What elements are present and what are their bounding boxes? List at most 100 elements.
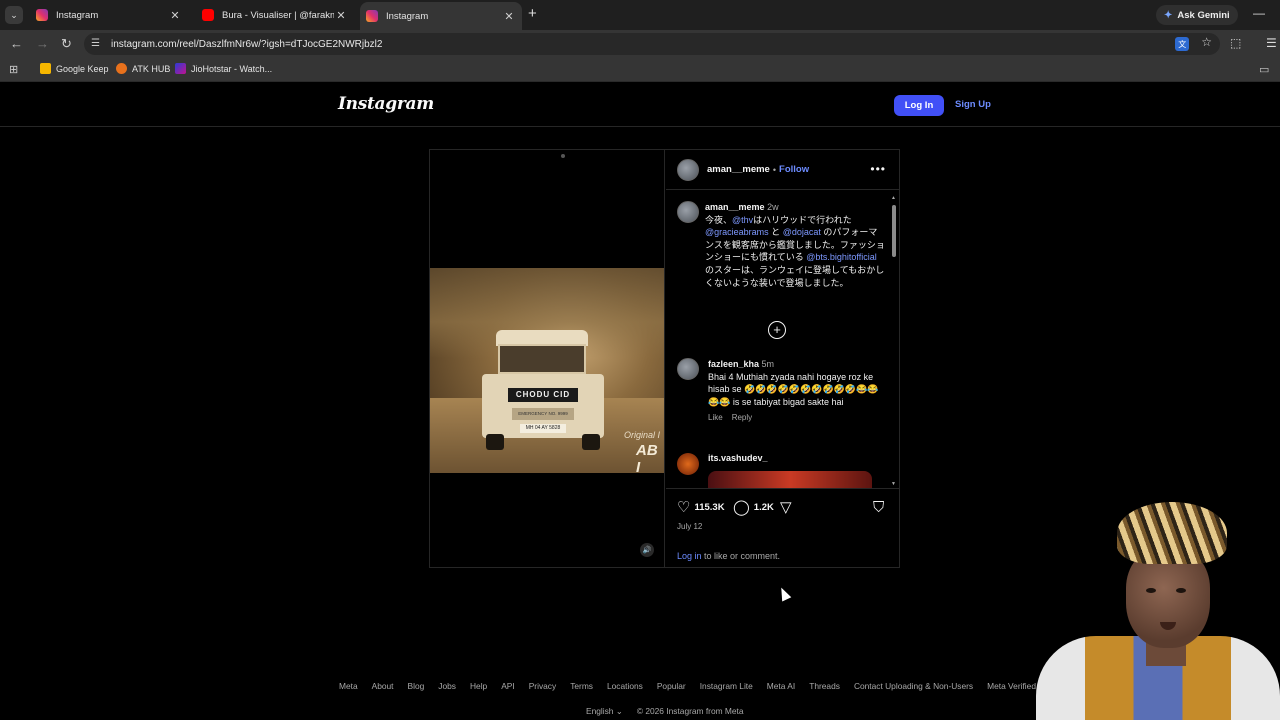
heart-icon[interactable]: ♡ (677, 500, 690, 515)
forward-arrow-icon[interactable]: → (36, 36, 49, 51)
comment-media-preview[interactable] (708, 471, 872, 488)
comments-scrollbar[interactable]: ▲ ▼ (891, 195, 897, 487)
scrollbar-thumb[interactable] (892, 205, 896, 257)
bookmark-save-icon[interactable]: ⛉ (873, 500, 884, 515)
avatar[interactable] (677, 158, 699, 181)
caption-username[interactable]: aman__meme (705, 202, 765, 212)
post-caption: aman__meme 2w 今夜、@thvはハリウッドで行われた @gracie… (677, 201, 885, 289)
copyright-text: © 2026 Instagram from Meta (636, 706, 744, 716)
ask-gemini-label: Ask Gemini (1177, 9, 1230, 21)
tab-title: Instagram (386, 10, 429, 22)
footer-link[interactable]: Instagram Lite (700, 681, 753, 691)
minimize-window-icon[interactable]: — (1253, 6, 1265, 20)
footer-link[interactable]: Privacy (529, 681, 556, 691)
language-selector[interactable]: English ⌄ (586, 706, 623, 716)
tab-title: Instagram (56, 9, 99, 21)
browser-menu-icon[interactable]: ☰ (1266, 36, 1277, 50)
avatar-eye (1176, 588, 1186, 593)
address-bar[interactable]: ☰ instagram.com/reel/DaszlfmNr6w/?igsh=d… (84, 33, 1220, 55)
avatar[interactable] (677, 453, 699, 475)
comment-actions: Like Reply (708, 413, 885, 422)
mention-link[interactable]: @bts.bighitofficial (806, 252, 877, 262)
tab-instagram-active[interactable]: Instagram ✕ (360, 2, 522, 30)
caption-part: と (768, 227, 783, 238)
jeep-number-plate: MH 04 AY 5828 (520, 424, 566, 433)
site-info-icon[interactable]: ☰ (91, 38, 103, 50)
scroll-up-arrow-icon[interactable]: ▲ (891, 195, 896, 201)
reel-post: CHODU CID EMERGENCY NO. 9999 MH 04 AY 58… (429, 149, 900, 568)
more-options-icon[interactable]: ••• (870, 162, 886, 176)
tab-bura-visualiser[interactable]: Bura - Visualiser | @farakmaybe ✕ (196, 0, 354, 30)
instagram-logo[interactable]: Instagram (338, 94, 434, 114)
post-sidebar: aman__meme • Follow ••• aman__meme 2w 今夜… (666, 150, 899, 567)
tab-instagram-1[interactable]: Instagram ✕ (30, 0, 188, 30)
bookmark-star-icon[interactable]: ☆ (1201, 35, 1212, 51)
bookmark-label: Google Keep (56, 63, 109, 74)
bookmark-google-keep[interactable]: Google Keep (40, 63, 109, 74)
share-send-icon[interactable]: ▽ (780, 500, 792, 515)
reload-icon[interactable]: ↻ (61, 36, 72, 52)
footer-link[interactable]: Jobs (438, 681, 456, 691)
volume-icon[interactable]: 🔊 (640, 543, 654, 557)
footer-link[interactable]: Locations (607, 681, 643, 691)
comment-count: 1.2K (753, 502, 774, 513)
video-overlay-title: AB I (636, 442, 658, 473)
scroll-down-arrow-icon[interactable]: ▼ (891, 481, 896, 487)
tab-close-icon[interactable]: ✕ (334, 9, 348, 22)
new-tab-icon[interactable]: + (528, 5, 537, 22)
footer-link[interactable]: API (501, 681, 515, 691)
sign-up-link[interactable]: Sign Up (955, 99, 991, 110)
comment-reply-button[interactable]: Reply (732, 413, 752, 422)
mention-link[interactable]: @thv (732, 215, 753, 225)
comment-username[interactable]: its.vashudev_ (708, 453, 885, 463)
bookmark-atk-hub[interactable]: ATK HUB (116, 63, 170, 74)
footer-link[interactable]: Meta AI (767, 681, 795, 691)
bookmark-jiohotstar[interactable]: JioHotstar - Watch... (175, 63, 272, 74)
all-bookmarks-folder-icon[interactable]: ▭ (1259, 63, 1269, 76)
tab-close-icon[interactable]: ✕ (502, 10, 516, 23)
avatar[interactable] (677, 358, 699, 380)
back-arrow-icon[interactable]: ← (10, 36, 23, 51)
comment-action[interactable]: ◯ 1.2K (733, 500, 774, 515)
comment-time: 5m (761, 359, 775, 369)
login-prompt-link[interactable]: Log in (677, 551, 702, 561)
comment-bubble-icon[interactable]: ◯ (733, 500, 750, 515)
reel-video[interactable]: CHODU CID EMERGENCY NO. 9999 MH 04 AY 58… (430, 150, 665, 567)
ask-gemini-button[interactable]: ✦ Ask Gemini (1156, 5, 1238, 25)
caption-part: 今夜、 (705, 214, 733, 225)
tab-close-icon[interactable]: ✕ (168, 9, 182, 22)
mention-link[interactable]: @gracieabrams (705, 227, 769, 237)
url-text[interactable]: instagram.com/reel/DaszlfmNr6w/?igsh=dTJ… (111, 39, 382, 50)
footer-link[interactable]: Terms (570, 681, 593, 691)
apps-grid-icon[interactable]: ⊞ (9, 63, 18, 76)
footer-link[interactable]: Help (470, 681, 487, 691)
caption-time: 2w (767, 202, 779, 212)
like-action[interactable]: ♡ 115.3K (677, 500, 725, 515)
footer-link[interactable]: Meta (339, 681, 358, 691)
follow-button[interactable]: Follow (779, 164, 809, 175)
footer-link[interactable]: Threads (809, 681, 840, 691)
footer-link[interactable]: Blog (408, 681, 425, 691)
comment-username[interactable]: fazleen_kha (708, 359, 759, 369)
extensions-icon[interactable]: ⬚ (1230, 36, 1241, 50)
avatar[interactable] (677, 201, 699, 223)
mention-link[interactable]: @dojacat (783, 227, 821, 237)
comment-item: fazleen_kha 5m Bhai 4 Muthiah zyada nahi… (677, 358, 885, 422)
jeep-windshield (498, 344, 586, 374)
comments-panel[interactable]: aman__meme 2w 今夜、@thvはハリウッドで行われた @gracie… (666, 191, 899, 488)
post-username[interactable]: aman__meme (707, 164, 770, 175)
tab-strip: ⌄ Instagram ✕ Bura - Visualiser | @farak… (0, 0, 1280, 30)
log-in-button[interactable]: Log In (894, 95, 944, 116)
load-more-comments-icon[interactable]: + (768, 321, 786, 339)
post-actions: ♡ 115.3K ◯ 1.2K ▽ ⛉ July 12 Log in to li… (666, 488, 899, 567)
share-action[interactable]: ▽ (780, 500, 792, 515)
footer-link[interactable]: Popular (657, 681, 686, 691)
translate-icon[interactable]: 文 (1175, 37, 1190, 51)
comment-like-button[interactable]: Like (708, 413, 723, 422)
instagram-favicon-icon (36, 9, 48, 21)
instagram-favicon-icon (366, 10, 378, 22)
footer-link[interactable]: Contact Uploading & Non-Users (854, 681, 973, 691)
footer-link[interactable]: About (372, 681, 394, 691)
save-action[interactable]: ⛉ (873, 500, 884, 515)
tab-search-chevron-icon[interactable]: ⌄ (5, 6, 23, 24)
